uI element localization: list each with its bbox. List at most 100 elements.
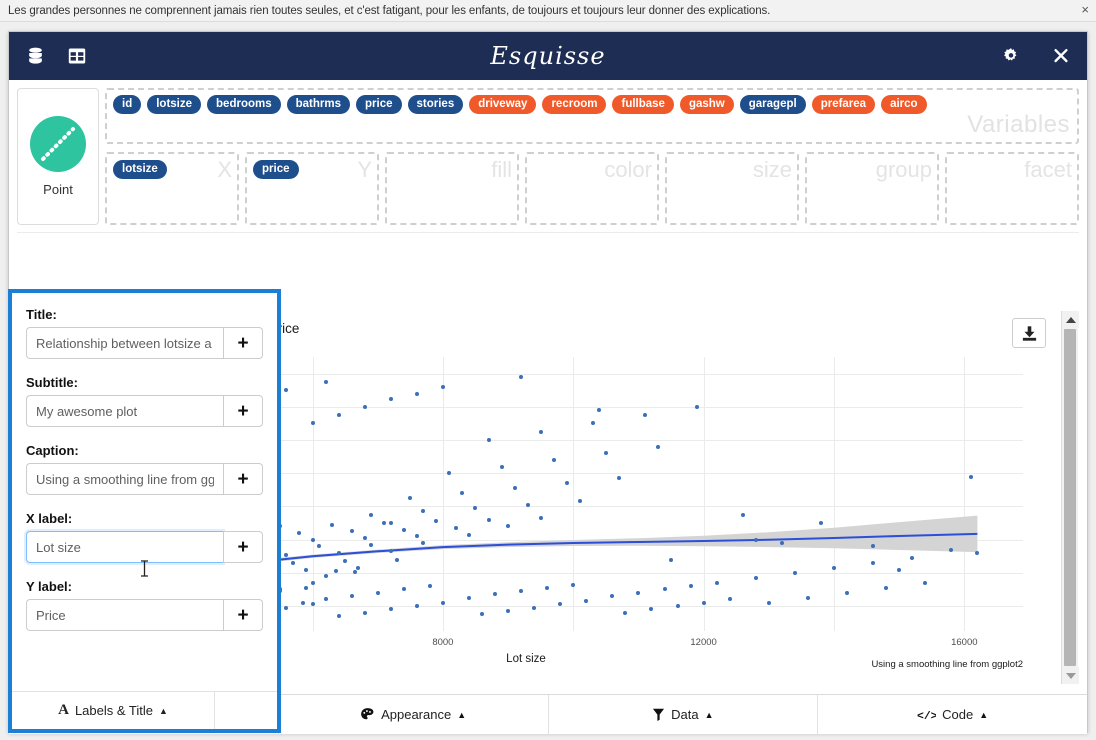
- aes-dropzone-facet[interactable]: facet: [945, 152, 1079, 225]
- aes-dropzone-group[interactable]: group: [805, 152, 939, 225]
- plot-scrollbar[interactable]: [1061, 311, 1079, 684]
- data-point: [695, 404, 700, 409]
- aes-chip-price[interactable]: price: [253, 160, 299, 179]
- filter-icon: [652, 707, 665, 722]
- field-row-subtitle: +: [26, 395, 263, 427]
- tab-labels-and-title[interactable]: A Labels & Title ▲: [12, 692, 215, 729]
- data-point: [486, 438, 491, 443]
- download-button[interactable]: [1012, 318, 1046, 348]
- caret-up-icon: ▲: [704, 709, 714, 720]
- table-icon[interactable]: [63, 42, 91, 70]
- data-point: [897, 567, 902, 572]
- data-point: [779, 540, 784, 545]
- title-input[interactable]: [26, 327, 223, 359]
- variable-chip-driveway[interactable]: driveway: [469, 95, 537, 114]
- data-point: [701, 600, 706, 605]
- variable-chip-recroom[interactable]: recroom: [542, 95, 607, 114]
- add-xlabel-button[interactable]: +: [223, 531, 263, 563]
- variable-chip-garagepl[interactable]: garagepl: [739, 95, 806, 114]
- tab-code[interactable]: </> Code ▲: [818, 695, 1087, 734]
- tab-data[interactable]: Data ▲: [549, 695, 819, 734]
- app-root: Les grandes personnes ne comprennent jam…: [0, 0, 1096, 740]
- data-point: [440, 600, 445, 605]
- scroll-down-icon[interactable]: [1062, 667, 1079, 684]
- scroll-up-icon[interactable]: [1062, 311, 1079, 328]
- data-point: [714, 580, 719, 585]
- data-point: [538, 429, 543, 434]
- data-point: [805, 595, 810, 600]
- variables-dropzone[interactable]: id lotsize bedrooms bathrms price stories driv…: [105, 88, 1079, 144]
- labels-panel-footer: A Labels & Title ▲: [12, 691, 277, 729]
- variable-chip-bedrooms[interactable]: bedrooms: [207, 95, 281, 114]
- plot-caption: Using a smoothing line from ggplot2: [871, 659, 1023, 670]
- data-point: [831, 565, 836, 570]
- aes-dropzone-size[interactable]: size: [665, 152, 799, 225]
- ylabel-input[interactable]: [26, 599, 223, 631]
- add-title-button[interactable]: +: [223, 327, 263, 359]
- tab-labels-and-title-label: Labels & Title: [74, 703, 153, 718]
- variable-chip-price[interactable]: price: [356, 95, 402, 114]
- data-point: [336, 550, 341, 555]
- data-point: [564, 481, 569, 486]
- svg-text:</>: </>: [917, 710, 936, 721]
- add-subtitle-button[interactable]: +: [223, 395, 263, 427]
- code-icon: </>: [917, 708, 936, 721]
- aes-watermark-x: X: [217, 157, 232, 182]
- data-point: [968, 474, 973, 479]
- modal-title: Esquisse: [490, 42, 606, 70]
- tab-label: Appearance: [381, 707, 452, 722]
- palette-icon: [360, 707, 375, 722]
- caption-input[interactable]: [26, 463, 223, 495]
- labels-and-title-panel: Title: + Subtitle: + Caption: + X label: + Y lab…: [8, 289, 281, 733]
- data-point: [388, 521, 393, 526]
- geom-selector-point[interactable]: Point: [17, 88, 99, 225]
- database-icon[interactable]: [21, 42, 49, 70]
- geom-label: Point: [43, 182, 73, 197]
- aes-dropzone-x[interactable]: lotsize X: [105, 152, 239, 225]
- xlabel-input[interactable]: [26, 531, 223, 563]
- text-format-icon: A: [58, 702, 69, 718]
- x-tick-label: 8000: [432, 637, 454, 648]
- variable-chip-lotsize[interactable]: lotsize: [147, 95, 202, 114]
- variable-chip-gashw[interactable]: gashw: [679, 95, 734, 114]
- add-caption-button[interactable]: +: [223, 463, 263, 495]
- data-point: [290, 560, 295, 565]
- notification-banner: Les grandes personnes ne comprennent jam…: [0, 0, 1096, 22]
- gear-icon[interactable]: [997, 42, 1025, 70]
- field-row-title: +: [26, 327, 263, 359]
- subtitle-input[interactable]: [26, 395, 223, 427]
- banner-close-icon[interactable]: ×: [1081, 3, 1089, 17]
- variable-chip-prefarea[interactable]: prefarea: [811, 95, 876, 114]
- tab-appearance[interactable]: Appearance ▲: [279, 695, 549, 734]
- variable-chip-bathrms[interactable]: bathrms: [286, 95, 350, 114]
- aes-dropzone-color[interactable]: color: [525, 152, 659, 225]
- data-point: [466, 595, 471, 600]
- aes-dropzone-y[interactable]: price Y: [245, 152, 379, 225]
- variable-chip-id[interactable]: id: [113, 95, 142, 114]
- data-point: [352, 570, 357, 575]
- data-point: [871, 560, 876, 565]
- variable-chip-stories[interactable]: stories: [407, 95, 464, 114]
- data-point: [440, 384, 445, 389]
- data-point: [310, 580, 315, 585]
- data-point: [519, 374, 524, 379]
- data-point: [362, 536, 367, 540]
- data-point: [766, 600, 771, 605]
- scrollbar-thumb[interactable]: [1064, 329, 1076, 666]
- variable-chip-airco[interactable]: airco: [881, 95, 927, 114]
- field-row-caption: +: [26, 463, 263, 495]
- aes-dropzone-fill[interactable]: fill: [385, 152, 519, 225]
- field-row-xlabel: +: [26, 531, 263, 563]
- modal-header: Esquisse: [9, 32, 1087, 80]
- add-ylabel-button[interactable]: +: [223, 599, 263, 631]
- aes-chip-lotsize[interactable]: lotsize: [113, 160, 167, 179]
- data-point: [401, 527, 406, 532]
- banner-message: Les grandes personnes ne comprennent jam…: [8, 4, 771, 17]
- aes-watermark-facet: facet: [1024, 157, 1072, 182]
- variable-chip-fullbase[interactable]: fullbase: [612, 95, 674, 114]
- field-label-ylabel: Y label:: [26, 579, 73, 594]
- close-icon[interactable]: [1047, 42, 1075, 70]
- data-point: [792, 570, 797, 575]
- data-point: [375, 590, 380, 595]
- aes-watermark-group: group: [875, 157, 932, 182]
